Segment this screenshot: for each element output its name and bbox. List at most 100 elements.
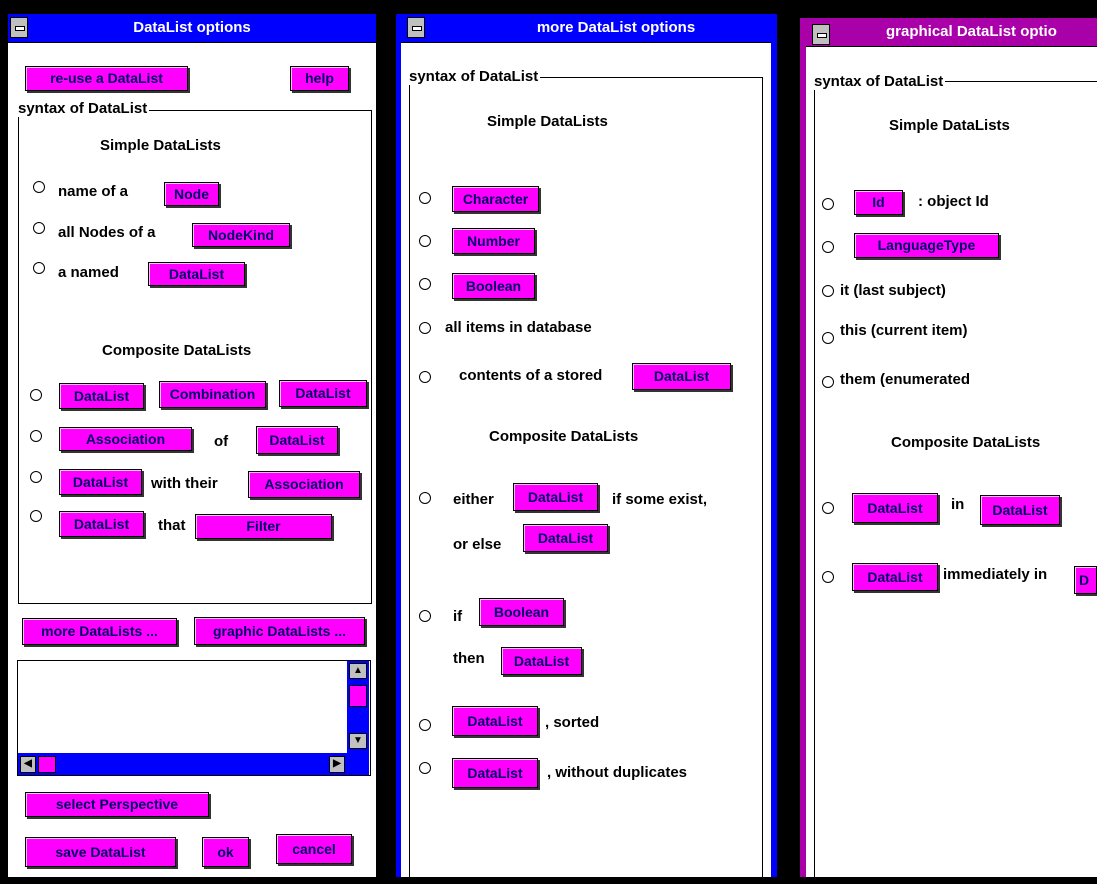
label-without-duplicates: , without duplicates	[547, 764, 688, 781]
radio-character[interactable]	[419, 192, 431, 204]
label-if: if	[453, 608, 463, 625]
radio-that-filter[interactable]	[30, 510, 42, 522]
scroll-left-arrow-icon[interactable]: ◀	[20, 756, 36, 773]
radio-contents-stored[interactable]	[419, 371, 431, 383]
label-with-their: with their	[151, 475, 218, 492]
filter-button[interactable]: Filter	[195, 514, 332, 539]
association-button[interactable]: Association	[59, 427, 192, 451]
graphic-datalists-button[interactable]: graphic DataLists ...	[194, 617, 365, 645]
label-it-last-subject: it (last subject)	[840, 282, 946, 299]
more-datalist-options-window: more DataList options syntax of DataList…	[401, 14, 771, 877]
simple-datalists-heading: Simple DataLists	[889, 117, 1010, 134]
association-of-datalist-button[interactable]: DataList	[256, 426, 338, 454]
radio-last-subject[interactable]	[822, 285, 834, 297]
label-that: that	[158, 517, 186, 534]
radio-association-of[interactable]	[30, 430, 42, 442]
node-button[interactable]: Node	[164, 182, 219, 206]
combination-datalist-left-button[interactable]: DataList	[59, 383, 144, 409]
label-a-named: a named	[58, 264, 119, 281]
horizontal-scrollbar[interactable]	[18, 753, 369, 775]
label-them-enumerated: them (enumerated	[840, 371, 971, 388]
character-button[interactable]: Character	[452, 186, 539, 212]
system-menu-icon[interactable]	[10, 17, 28, 38]
stored-datalist-button[interactable]: DataList	[632, 363, 731, 390]
radio-boolean[interactable]	[419, 278, 431, 290]
radio-if-boolean[interactable]	[419, 610, 431, 622]
system-menu-icon[interactable]	[407, 17, 425, 38]
then-datalist-button[interactable]: DataList	[501, 647, 582, 675]
radio-either[interactable]	[419, 492, 431, 504]
number-button[interactable]: Number	[452, 228, 535, 254]
label-if-some-exist: if some exist,	[612, 491, 708, 508]
radio-all-nodes[interactable]	[33, 222, 45, 234]
label-sorted: , sorted	[545, 714, 600, 731]
label-all-nodes-of-a: all Nodes of a	[58, 224, 156, 241]
radio-immediately-in[interactable]	[822, 571, 834, 583]
composite-datalists-heading: Composite DataLists	[102, 342, 252, 359]
label-this-current-item: this (current item)	[840, 322, 968, 339]
label-either: either	[453, 491, 494, 508]
reuse-datalist-button[interactable]: re-use a DataList	[25, 66, 188, 91]
if-boolean-button[interactable]: Boolean	[479, 598, 564, 626]
radio-current-item[interactable]	[822, 332, 834, 344]
radio-sorted[interactable]	[419, 719, 431, 731]
immediately-in-datalist-button[interactable]: DataList	[852, 563, 938, 591]
radio-all-items[interactable]	[419, 322, 431, 334]
combination-datalist-right-button[interactable]: DataList	[279, 380, 367, 407]
title-bar[interactable]: more DataList options	[401, 14, 771, 43]
label-in: in	[951, 496, 965, 513]
with-their-datalist-button[interactable]: DataList	[59, 469, 142, 495]
syntax-group-label: syntax of DataList	[812, 73, 946, 90]
window-title: DataList options	[133, 19, 251, 36]
radio-enumerated[interactable]	[822, 376, 834, 388]
composite-datalists-heading: Composite DataLists	[891, 434, 1041, 451]
immediately-in-target-button[interactable]: D	[1074, 566, 1097, 594]
title-bar[interactable]: DataList options	[8, 14, 376, 43]
system-menu-icon[interactable]	[812, 24, 830, 45]
with-their-association-button[interactable]: Association	[248, 471, 360, 498]
that-datalist-button[interactable]: DataList	[59, 511, 144, 537]
scroll-up-arrow-icon[interactable]: ▲	[349, 663, 367, 679]
select-perspective-button[interactable]: select Perspective	[25, 792, 209, 817]
without-duplicates-datalist-button[interactable]: DataList	[452, 758, 538, 788]
graphical-datalist-options-window: graphical DataList optio syntax of DataL…	[806, 18, 1097, 877]
sorted-datalist-button[interactable]: DataList	[452, 706, 538, 736]
scroll-down-arrow-icon[interactable]: ▼	[349, 733, 367, 749]
cancel-button[interactable]: cancel	[276, 834, 352, 864]
or-else-datalist-button[interactable]: DataList	[523, 524, 608, 552]
in-datalist-left-button[interactable]: DataList	[852, 493, 938, 523]
radio-language-type[interactable]	[822, 241, 834, 253]
syntax-group-label: syntax of DataList	[16, 100, 150, 117]
radio-name-of-node[interactable]	[33, 181, 45, 193]
radio-in[interactable]	[822, 502, 834, 514]
radio-named-datalist[interactable]	[33, 262, 45, 274]
combination-button[interactable]: Combination	[159, 381, 266, 408]
label-name-of-a: name of a	[58, 183, 129, 200]
horizontal-scroll-thumb[interactable]	[38, 756, 56, 773]
label-of: of	[214, 433, 229, 450]
label-contents-of-a-stored: contents of a stored	[459, 367, 603, 384]
scroll-right-arrow-icon[interactable]: ▶	[329, 756, 345, 773]
radio-with-their[interactable]	[30, 471, 42, 483]
radio-object-id[interactable]	[822, 198, 834, 210]
radio-without-duplicates[interactable]	[419, 762, 431, 774]
in-datalist-right-button[interactable]: DataList	[980, 495, 1060, 525]
composite-datalists-heading: Composite DataLists	[489, 428, 639, 445]
boolean-button[interactable]: Boolean	[452, 273, 535, 299]
label-or-else: or else	[453, 536, 502, 553]
syntax-group-label: syntax of DataList	[407, 68, 541, 85]
languagetype-button[interactable]: LanguageType	[854, 233, 999, 258]
more-datalists-button[interactable]: more DataLists ...	[22, 618, 177, 645]
vertical-scroll-thumb[interactable]	[349, 685, 367, 707]
title-bar[interactable]: graphical DataList optio	[806, 18, 1097, 47]
named-datalist-button[interactable]: DataList	[148, 262, 245, 286]
id-button[interactable]: Id	[854, 190, 903, 215]
radio-combination[interactable]	[30, 389, 42, 401]
radio-number[interactable]	[419, 235, 431, 247]
save-datalist-button[interactable]: save DataList	[25, 837, 176, 867]
help-button[interactable]: help	[290, 66, 349, 91]
either-datalist-button[interactable]: DataList	[513, 483, 598, 511]
nodekind-button[interactable]: NodeKind	[192, 223, 290, 247]
simple-datalists-heading: Simple DataLists	[487, 113, 608, 130]
ok-button[interactable]: ok	[202, 837, 249, 867]
